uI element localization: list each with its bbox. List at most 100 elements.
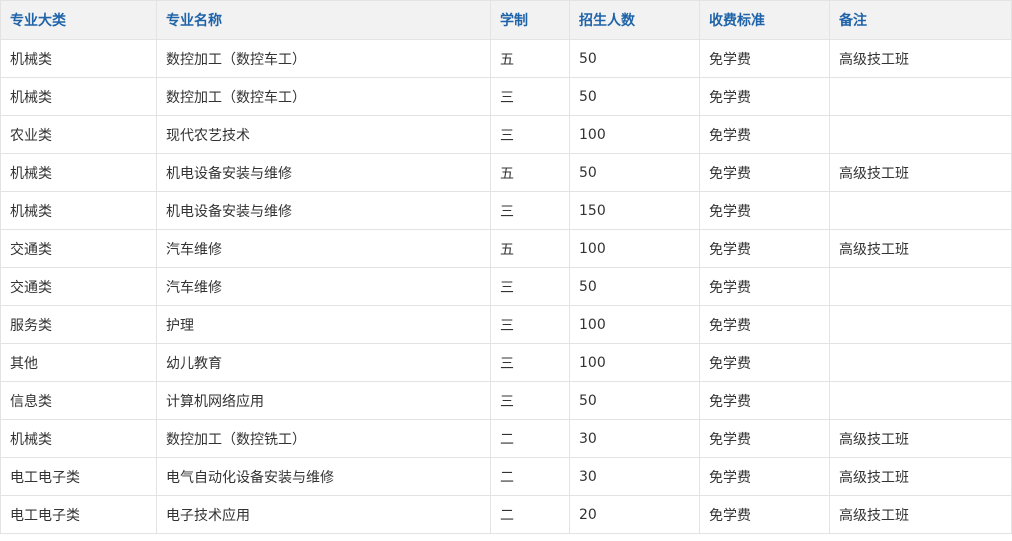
cell-enrollment: 100 xyxy=(569,305,700,344)
cell-duration: 三 xyxy=(490,267,570,306)
header-notes: 备注 xyxy=(829,0,1012,40)
header-row: 专业大类 专业名称 学制 招生人数 收费标准 备注 xyxy=(0,0,1012,40)
cell-duration: 二 xyxy=(490,457,570,496)
cell-duration: 三 xyxy=(490,381,570,420)
table-row: 机械类 机电设备安装与维修 三 150 免学费 xyxy=(0,191,1012,230)
cell-category: 机械类 xyxy=(0,77,157,116)
cell-enrollment: 20 xyxy=(569,495,700,534)
cell-enrollment: 100 xyxy=(569,229,700,268)
cell-fee: 免学费 xyxy=(699,305,830,344)
cell-category: 信息类 xyxy=(0,381,157,420)
cell-notes: 高级技工班 xyxy=(829,153,1012,192)
cell-category: 交通类 xyxy=(0,267,157,306)
cell-duration: 二 xyxy=(490,419,570,458)
cell-major-name: 数控加工（数控车工） xyxy=(156,77,491,116)
header-major-name: 专业名称 xyxy=(156,0,491,40)
cell-enrollment: 150 xyxy=(569,191,700,230)
cell-notes xyxy=(829,77,1012,116)
cell-major-name: 汽车维修 xyxy=(156,267,491,306)
cell-category: 电工电子类 xyxy=(0,495,157,534)
table-row: 机械类 数控加工（数控车工） 五 50 免学费 高级技工班 xyxy=(0,39,1012,78)
table-row: 电工电子类 电气自动化设备安装与维修 二 30 免学费 高级技工班 xyxy=(0,457,1012,496)
cell-notes xyxy=(829,381,1012,420)
table-row: 农业类 现代农艺技术 三 100 免学费 xyxy=(0,115,1012,154)
cell-duration: 三 xyxy=(490,77,570,116)
cell-fee: 免学费 xyxy=(699,267,830,306)
cell-category: 机械类 xyxy=(0,39,157,78)
cell-fee: 免学费 xyxy=(699,115,830,154)
cell-enrollment: 100 xyxy=(569,115,700,154)
cell-duration: 三 xyxy=(490,343,570,382)
cell-duration: 五 xyxy=(490,229,570,268)
table-row: 服务类 护理 三 100 免学费 xyxy=(0,305,1012,344)
cell-fee: 免学费 xyxy=(699,495,830,534)
cell-notes: 高级技工班 xyxy=(829,229,1012,268)
cell-notes: 高级技工班 xyxy=(829,457,1012,496)
cell-major-name: 电气自动化设备安装与维修 xyxy=(156,457,491,496)
table-row: 其他 幼儿教育 三 100 免学费 xyxy=(0,343,1012,382)
cell-category: 农业类 xyxy=(0,115,157,154)
cell-fee: 免学费 xyxy=(699,229,830,268)
cell-enrollment: 50 xyxy=(569,267,700,306)
cell-major-name: 机电设备安装与维修 xyxy=(156,153,491,192)
cell-duration: 三 xyxy=(490,305,570,344)
cell-fee: 免学费 xyxy=(699,77,830,116)
cell-fee: 免学费 xyxy=(699,457,830,496)
cell-enrollment: 50 xyxy=(569,77,700,116)
header-duration: 学制 xyxy=(490,0,570,40)
cell-enrollment: 30 xyxy=(569,419,700,458)
enrollment-table: 专业大类 专业名称 学制 招生人数 收费标准 备注 机械类 数控加工（数控车工）… xyxy=(0,0,1012,534)
cell-major-name: 机电设备安装与维修 xyxy=(156,191,491,230)
cell-enrollment: 30 xyxy=(569,457,700,496)
cell-enrollment: 50 xyxy=(569,39,700,78)
cell-category: 其他 xyxy=(0,343,157,382)
cell-category: 交通类 xyxy=(0,229,157,268)
cell-major-name: 护理 xyxy=(156,305,491,344)
cell-duration: 二 xyxy=(490,495,570,534)
table-row: 信息类 计算机网络应用 三 50 免学费 xyxy=(0,381,1012,420)
cell-fee: 免学费 xyxy=(699,191,830,230)
cell-fee: 免学费 xyxy=(699,381,830,420)
cell-notes xyxy=(829,267,1012,306)
cell-category: 机械类 xyxy=(0,153,157,192)
table-row: 机械类 数控加工（数控铣工） 二 30 免学费 高级技工班 xyxy=(0,419,1012,458)
header-enrollment: 招生人数 xyxy=(569,0,700,40)
cell-duration: 三 xyxy=(490,191,570,230)
header-fee: 收费标准 xyxy=(699,0,830,40)
cell-category: 服务类 xyxy=(0,305,157,344)
cell-category: 机械类 xyxy=(0,191,157,230)
table-row: 机械类 机电设备安装与维修 五 50 免学费 高级技工班 xyxy=(0,153,1012,192)
cell-category: 机械类 xyxy=(0,419,157,458)
cell-notes: 高级技工班 xyxy=(829,39,1012,78)
cell-enrollment: 50 xyxy=(569,153,700,192)
cell-major-name: 电子技术应用 xyxy=(156,495,491,534)
cell-major-name: 数控加工（数控铣工） xyxy=(156,419,491,458)
cell-category: 电工电子类 xyxy=(0,457,157,496)
cell-notes xyxy=(829,305,1012,344)
cell-major-name: 幼儿教育 xyxy=(156,343,491,382)
table-body: 机械类 数控加工（数控车工） 五 50 免学费 高级技工班 机械类 数控加工（数… xyxy=(0,39,1012,534)
table-row: 交通类 汽车维修 五 100 免学费 高级技工班 xyxy=(0,229,1012,268)
cell-notes: 高级技工班 xyxy=(829,495,1012,534)
table-header: 专业大类 专业名称 学制 招生人数 收费标准 备注 xyxy=(0,0,1012,40)
table-row: 电工电子类 电子技术应用 二 20 免学费 高级技工班 xyxy=(0,495,1012,534)
cell-major-name: 汽车维修 xyxy=(156,229,491,268)
cell-enrollment: 100 xyxy=(569,343,700,382)
cell-fee: 免学费 xyxy=(699,343,830,382)
cell-major-name: 计算机网络应用 xyxy=(156,381,491,420)
cell-enrollment: 50 xyxy=(569,381,700,420)
page-container: 专业大类 专业名称 学制 招生人数 收费标准 备注 机械类 数控加工（数控车工）… xyxy=(0,0,1012,540)
header-category: 专业大类 xyxy=(0,0,157,40)
cell-duration: 三 xyxy=(490,115,570,154)
cell-fee: 免学费 xyxy=(699,153,830,192)
table-row: 交通类 汽车维修 三 50 免学费 xyxy=(0,267,1012,306)
cell-major-name: 数控加工（数控车工） xyxy=(156,39,491,78)
cell-major-name: 现代农艺技术 xyxy=(156,115,491,154)
cell-fee: 免学费 xyxy=(699,419,830,458)
cell-duration: 五 xyxy=(490,39,570,78)
cell-notes xyxy=(829,191,1012,230)
cell-fee: 免学费 xyxy=(699,39,830,78)
cell-notes xyxy=(829,115,1012,154)
table-row: 机械类 数控加工（数控车工） 三 50 免学费 xyxy=(0,77,1012,116)
cell-duration: 五 xyxy=(490,153,570,192)
